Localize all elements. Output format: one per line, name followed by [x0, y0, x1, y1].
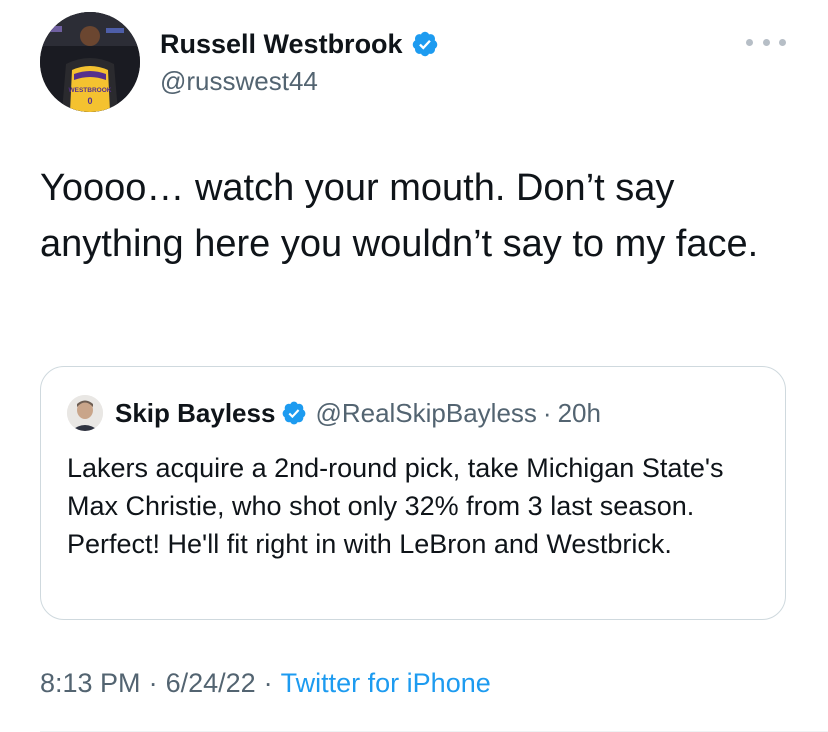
tweet-date[interactable]: 6/24/22 — [166, 668, 256, 698]
author-avatar[interactable]: 0 WESTBROOK — [40, 12, 140, 112]
more-dot — [779, 38, 786, 46]
tweet-meta: 8:13 PM · 6/24/22 · Twitter for iPhone — [40, 668, 491, 699]
quoted-author-handle[interactable]: @RealSkipBayless — [315, 398, 536, 429]
quoted-author-avatar[interactable] — [67, 395, 103, 431]
verified-badge-icon — [411, 30, 439, 58]
tweet: 0 WESTBROOK Russell Westbrook @russwest4… — [0, 0, 828, 732]
more-dot — [746, 38, 753, 46]
quoted-tweet-text: Lakers acquire a 2nd-round pick, take Mi… — [67, 453, 724, 559]
quoted-author-name[interactable]: Skip Bayless — [115, 398, 275, 429]
quoted-tweet-header: Skip Bayless @RealSkipBayless · 20h — [67, 393, 601, 433]
avatar-jersey-number: 0 — [87, 96, 92, 106]
meta-separator: · — [148, 668, 158, 698]
tweet-text: Yoooo… watch your mouth. Don’t say anyth… — [40, 167, 759, 265]
author-name[interactable]: Russell Westbrook — [160, 29, 403, 60]
author-handle[interactable]: @russwest44 — [160, 66, 439, 97]
meta-separator: · — [263, 668, 273, 698]
more-dot — [762, 38, 770, 46]
avatar-jersey-text: WESTBROOK — [69, 87, 112, 94]
tweet-source-link[interactable]: Twitter for iPhone — [281, 668, 491, 698]
author-name-row: Russell Westbrook — [160, 24, 439, 64]
quoted-tweet-card[interactable]: Skip Bayless @RealSkipBayless · 20h Lake… — [40, 366, 786, 620]
quoted-timestamp[interactable]: 20h — [558, 398, 601, 429]
author-info: Russell Westbrook @russwest44 — [160, 24, 439, 97]
tweet-time[interactable]: 8:13 PM — [40, 668, 141, 698]
more-options-icon[interactable] — [746, 30, 786, 54]
verified-badge-icon — [281, 400, 307, 426]
quoted-separator: · — [542, 397, 552, 428]
